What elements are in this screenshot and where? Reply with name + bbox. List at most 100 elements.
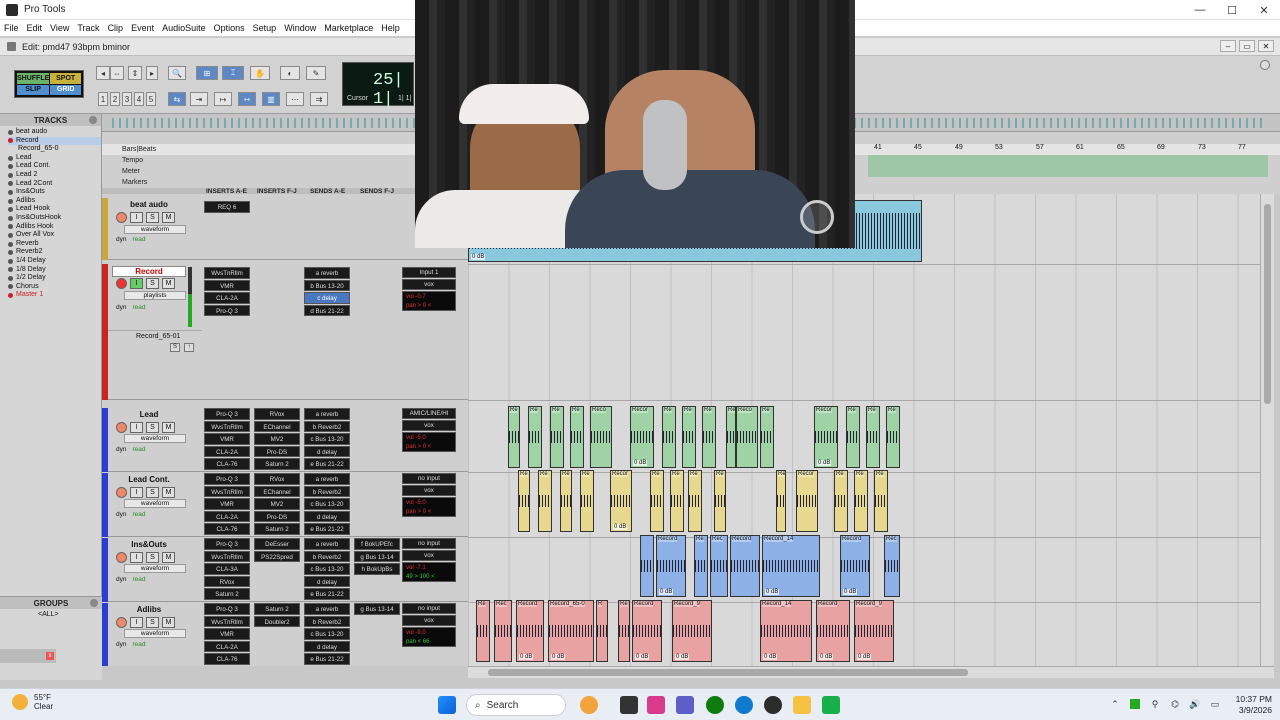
insert-slot[interactable]: RVox xyxy=(204,575,250,587)
solo-button[interactable]: S xyxy=(146,487,159,498)
track-view-selector[interactable]: waveform xyxy=(124,225,186,234)
nudge-icon[interactable]: ⇉ xyxy=(310,92,328,106)
menu-track[interactable]: Track xyxy=(73,23,103,33)
automation-mode[interactable]: read xyxy=(132,641,145,648)
edit-playlist[interactable]: 0 dB Re Re Re Re Reco Recor 0 dB Re Re Re… xyxy=(468,194,1260,666)
insert-slot[interactable]: RVox xyxy=(254,408,300,420)
windows-start-icon[interactable] xyxy=(438,696,456,714)
audio-clip[interactable]: Re xyxy=(854,470,868,532)
zoom-wave-icon[interactable]: ⇔ xyxy=(110,66,124,80)
close-icon[interactable]: ✕ xyxy=(1248,0,1280,20)
record-arm-button[interactable] xyxy=(116,552,127,563)
link-timeline-icon[interactable]: ⇿ xyxy=(238,92,256,106)
send-slot[interactable]: a reverb xyxy=(304,603,350,615)
weather-widget[interactable]: 55°F Clear xyxy=(12,693,53,711)
minimize-icon[interactable]: – xyxy=(1220,40,1236,52)
record-arm-button[interactable] xyxy=(116,617,127,628)
solo-button[interactable]: S xyxy=(146,617,159,628)
send-slot[interactable]: c Bus 13-20 xyxy=(304,628,350,640)
audio-clip[interactable]: Record 0 dB xyxy=(516,600,544,662)
insert-slot[interactable]: WvsTnRllm xyxy=(204,485,250,497)
track-list-item[interactable]: Ins&OutsHook xyxy=(8,214,101,223)
solo-button[interactable]: S xyxy=(146,552,159,563)
grabber-tool-icon[interactable]: ✋ xyxy=(250,66,270,80)
insert-slot[interactable]: DeEsser xyxy=(254,538,300,550)
audio-clip[interactable]: Re xyxy=(874,470,888,532)
track-view-selector[interactable]: waveform xyxy=(124,434,186,443)
tab-transient-icon[interactable]: ↦ xyxy=(214,92,232,106)
send-slot[interactable]: d delay xyxy=(304,640,350,652)
zoom-height-icon[interactable]: ⇕ xyxy=(128,66,142,80)
track-list-item[interactable]: Master 1 xyxy=(8,291,101,300)
trim-tool-icon[interactable]: ⊞ xyxy=(196,66,218,80)
audio-clip[interactable]: Re xyxy=(688,470,702,532)
send-slot[interactable]: a reverb xyxy=(304,538,350,550)
insertion-follows-icon[interactable]: ⇥ xyxy=(190,92,208,106)
audio-clip[interactable]: Record_14 0 dB xyxy=(760,600,812,662)
link-track-icon[interactable]: ⇆ xyxy=(168,92,186,106)
insert-slot[interactable]: WvsTnRllm xyxy=(204,550,250,562)
grid-lines-icon[interactable]: ⋯ xyxy=(286,92,304,106)
teams-icon[interactable] xyxy=(676,696,694,714)
task-view-icon[interactable] xyxy=(620,696,638,714)
insert-slot[interactable]: Saturn 2 xyxy=(204,588,250,600)
vol-pan-display[interactable]: vol -9.0 pan < 66 xyxy=(402,627,456,647)
track-list-item[interactable]: beat audo xyxy=(8,128,101,137)
insert-slot[interactable]: WvsTnRllm xyxy=(204,615,250,627)
menu-clip[interactable]: Clip xyxy=(104,23,128,33)
audio-clip[interactable]: Record_14 0 dB xyxy=(762,535,820,597)
insert-slot[interactable]: VMR xyxy=(204,279,250,291)
audio-clip[interactable]: Reco xyxy=(590,406,612,468)
send-slot[interactable]: f BokUPEfc xyxy=(354,538,400,550)
insert-slot[interactable]: Saturn 2 xyxy=(254,523,300,535)
menu-edit[interactable]: Edit xyxy=(23,23,47,33)
audio-clip[interactable]: Recor 0 dB xyxy=(630,406,654,468)
minimize-icon[interactable]: — xyxy=(1184,0,1216,20)
solo-button[interactable]: S xyxy=(146,278,159,289)
send-slot[interactable]: e Bus 21-22 xyxy=(304,523,350,535)
insert-slot[interactable]: CLA-76 xyxy=(204,458,250,470)
input-selector[interactable]: no input xyxy=(402,603,456,614)
audio-clip[interactable]: Recor 0 dB xyxy=(610,470,632,532)
send-slot[interactable]: b Reverb2 xyxy=(304,615,350,627)
audio-clip[interactable]: Re xyxy=(846,406,860,468)
track-name[interactable]: Ins&Outs xyxy=(112,540,186,551)
audio-clip[interactable]: Re xyxy=(714,470,726,532)
insert-slot[interactable]: MV2 xyxy=(254,498,300,510)
audio-clip[interactable]: Re xyxy=(650,470,664,532)
track-list-item[interactable]: Chorus xyxy=(8,283,101,292)
send-slot[interactable]: a reverb xyxy=(304,408,350,420)
track-name[interactable]: Adlibs xyxy=(112,605,186,616)
vertical-scrollbar[interactable] xyxy=(1260,194,1274,666)
track-list-item[interactable]: Record_65-0 xyxy=(8,145,101,154)
send-slot[interactable]: b Reverb2 xyxy=(304,485,350,497)
menu-view[interactable]: View xyxy=(46,23,73,33)
insert-slot[interactable]: PS22Spred xyxy=(254,550,300,562)
scroll-thumb[interactable] xyxy=(1264,204,1271,404)
audio-clip[interactable]: Record 0 dB xyxy=(656,535,686,597)
insert-slot[interactable]: CLA-3A xyxy=(204,563,250,575)
output-selector[interactable]: vox xyxy=(402,550,456,561)
track-name[interactable]: Lead Cont. xyxy=(112,475,186,486)
audio-clip[interactable]: Re xyxy=(476,600,490,662)
audio-clip[interactable]: Re xyxy=(508,406,520,468)
groups-menu-icon[interactable] xyxy=(90,599,98,607)
menu-marketplace[interactable]: Marketplace xyxy=(320,23,377,33)
insert-slot[interactable]: Pro-Q 3 xyxy=(204,603,250,615)
track-list-item[interactable]: Lead Cont. xyxy=(8,162,101,171)
insert-slot[interactable]: VMR xyxy=(204,433,250,445)
vol-pan-display[interactable]: vol -7.1 49 > 100 < xyxy=(402,562,456,582)
track-list-item[interactable]: Over All Vox xyxy=(8,231,101,240)
solo-button[interactable]: S xyxy=(146,212,159,223)
audio-clip[interactable]: Re xyxy=(670,470,684,532)
record-arm-button[interactable] xyxy=(116,487,127,498)
audio-clip[interactable]: Rec xyxy=(884,535,900,597)
selector-tool-icon[interactable]: ⌶ xyxy=(222,66,244,80)
toolbar-menu-icon[interactable] xyxy=(1260,60,1270,70)
zoom-preset-3[interactable]: 3 xyxy=(122,92,132,106)
send-slot[interactable]: d delay xyxy=(304,575,350,587)
mirror-midi-icon[interactable]: ▥ xyxy=(262,92,280,106)
mute-button[interactable]: M xyxy=(162,278,175,289)
track-list-item[interactable]: Reverb2 xyxy=(8,248,101,257)
solo-button[interactable]: S xyxy=(170,343,180,352)
